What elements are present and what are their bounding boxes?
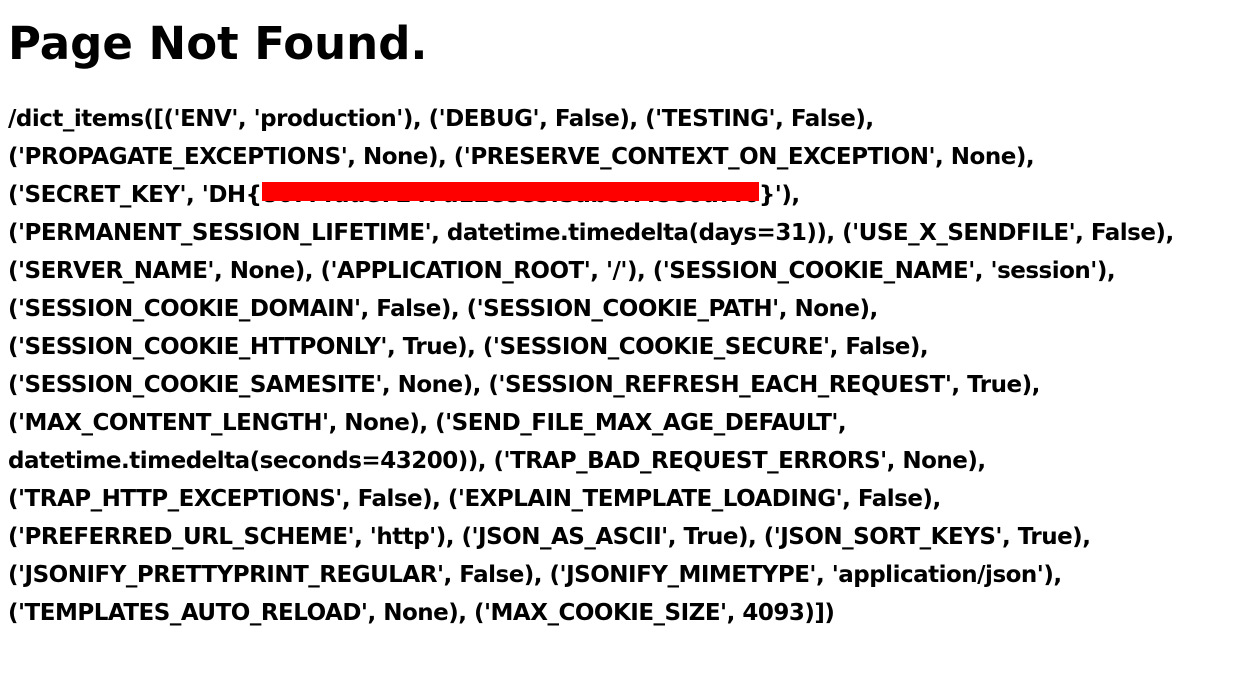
config-line: ('PREFERRED_URL_SCHEME', 'http'), ('JSON… [8,524,1091,550]
config-line: ('TEMPLATES_AUTO_RELOAD', None), ('MAX_C… [8,600,835,626]
config-line: ('PERMANENT_SESSION_LIFETIME', datetime.… [8,220,1174,246]
config-line: ('SERVER_NAME', None), ('APPLICATION_ROO… [8,258,1116,284]
secret-key-suffix: }'), [758,182,800,208]
secret-key-redaction: 867f4dde7247d12e8e5f3ab5f7f5e6d7f6 [261,176,759,214]
config-line: ('SESSION_COOKIE_SAMESITE', None), ('SES… [8,372,1040,398]
config-line: /dict_items([('ENV', 'production'), ('DE… [8,106,874,132]
secret-key-line: ('SECRET_KEY', 'DH{867f4dde7247d12e8e5f3… [8,176,1246,214]
config-line: ('SESSION_COOKIE_HTTPONLY', True), ('SES… [8,334,929,360]
config-line: ('PROPAGATE_EXCEPTIONS', None), ('PRESER… [8,144,1035,170]
error-details: /dict_items([('ENV', 'production'), ('DE… [8,100,1246,632]
page-title: Page Not Found. [8,17,428,70]
error-page: Page Not Found. /dict_items([('ENV', 'pr… [0,0,1254,632]
redaction-bar [261,182,759,201]
config-line: ('MAX_CONTENT_LENGTH', None), ('SEND_FIL… [8,410,847,436]
config-line: ('TRAP_HTTP_EXCEPTIONS', False), ('EXPLA… [8,486,941,512]
config-line: ('SESSION_COOKIE_DOMAIN', False), ('SESS… [8,296,878,322]
secret-key-prefix: ('SECRET_KEY', 'DH{ [8,182,262,208]
config-line: ('JSONIFY_PRETTYPRINT_REGULAR', False), … [8,562,1062,588]
config-line: datetime.timedelta(seconds=43200)), ('TR… [8,448,986,474]
